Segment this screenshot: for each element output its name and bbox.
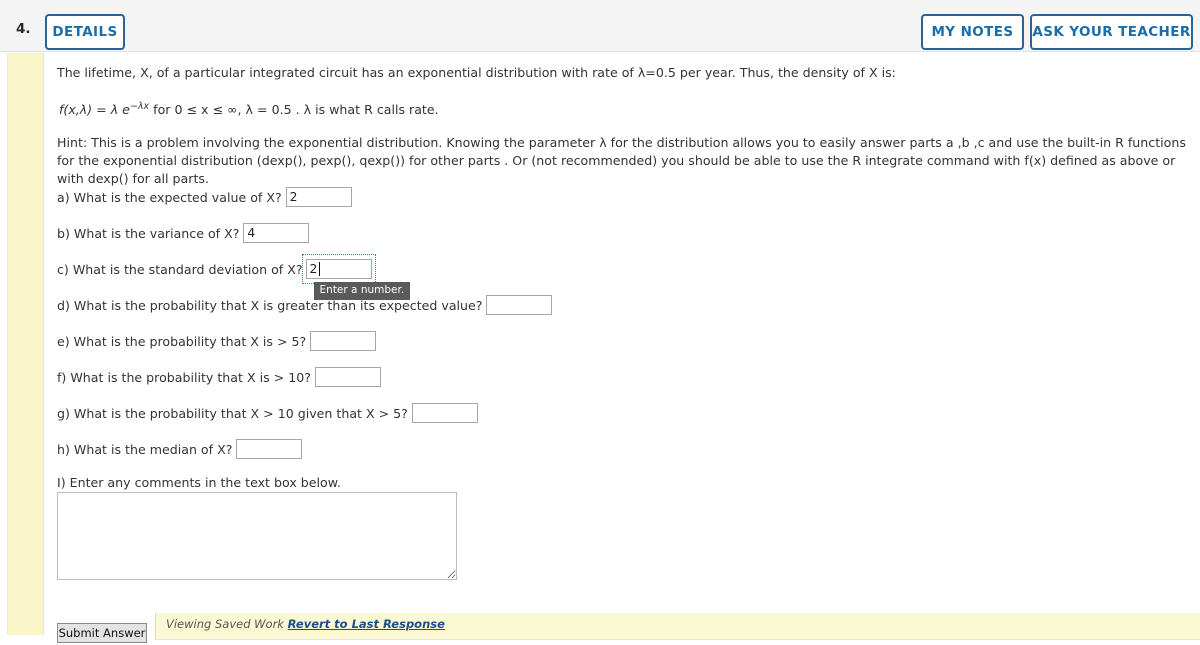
question-row-g: g) What is the probability that X > 10 g… — [57, 403, 478, 423]
question-row-b: b) What is the variance of X? — [57, 223, 310, 243]
details-button[interactable]: DETAILS — [45, 14, 125, 50]
question-row-e: e) What is the probability that X is > 5… — [57, 331, 377, 351]
submit-answer-button[interactable]: Submit Answer — [57, 623, 147, 643]
question-label-g: g) What is the probability that X > 10 g… — [57, 405, 408, 421]
question-row-a: a) What is the expected value of X? — [57, 187, 352, 207]
answer-input-b[interactable] — [243, 223, 310, 243]
question-row-c: c) What is the standard deviation of X? E… — [57, 254, 411, 300]
answer-input-g[interactable] — [411, 403, 478, 423]
problem-intro-lambda: λ=0.5 — [637, 65, 676, 80]
question-row-f: f) What is the probability that X is > 1… — [57, 367, 381, 387]
question-color-strip — [7, 53, 44, 635]
question-label-h: h) What is the median of X? — [57, 441, 233, 457]
formula-prefix: f(x,λ) = λ e — [59, 102, 130, 118]
problem-hint: Hint: This is a problem involving the ex… — [57, 135, 1186, 186]
density-formula: f(x,λ) = λ e−λx for 0 ≤ x ≤ ∞, λ = 0.5 .… — [59, 98, 439, 119]
saved-work-status: Viewing Saved Work — [166, 617, 284, 631]
question-row-d: d) What is the probability that X is gre… — [57, 295, 553, 315]
ask-your-teacher-button[interactable]: ASK YOUR TEACHER — [1030, 14, 1193, 50]
question-header-bar: 4. DETAILS MY NOTES ASK YOUR TEACHER — [0, 0, 1200, 52]
answer-input-c-wrapper: Enter a number. — [301, 254, 411, 300]
my-notes-button[interactable]: MY NOTES — [921, 14, 1024, 50]
answer-input-a[interactable] — [285, 187, 352, 207]
question-label-e: e) What is the probability that X is > 5… — [57, 333, 307, 349]
question-number: 4. — [16, 21, 31, 37]
question-label-b: b) What is the variance of X? — [57, 225, 240, 241]
answer-input-h[interactable] — [236, 439, 303, 459]
footer-divider — [155, 639, 1200, 640]
answer-input-f[interactable] — [314, 367, 381, 387]
comments-textarea[interactable] — [57, 492, 457, 580]
question-row-h: h) What is the median of X? — [57, 439, 303, 459]
question-label-c: c) What is the standard deviation of X? — [57, 261, 303, 277]
question-label-d: d) What is the probability that X is gre… — [57, 297, 483, 313]
question-content: The lifetime, X, of a particular integra… — [45, 53, 1200, 645]
text-caret — [318, 262, 320, 276]
answer-input-e[interactable] — [310, 331, 377, 351]
problem-intro-part1: The lifetime, X, of a particular integra… — [57, 65, 638, 80]
problem-intro-part2: per year. Thus, the density of X is: — [675, 65, 896, 80]
answer-input-d[interactable] — [486, 295, 553, 315]
problem-intro: The lifetime, X, of a particular integra… — [57, 64, 1187, 82]
revert-to-last-response-link[interactable]: Revert to Last Response — [288, 617, 445, 631]
question-label-f: f) What is the probability that X is > 1… — [57, 369, 311, 385]
saved-work-note: Viewing Saved Work Revert to Last Respon… — [155, 613, 1200, 639]
formula-suffix: for 0 ≤ x ≤ ∞, λ = 0.5 . λ is what R cal… — [149, 102, 439, 118]
comments-label: I) Enter any comments in the text box be… — [57, 475, 341, 490]
input-validation-tooltip: Enter a number. — [313, 282, 411, 300]
formula-exponent: −λx — [129, 101, 150, 112]
question-label-a: a) What is the expected value of X? — [57, 189, 282, 205]
answer-input-c[interactable] — [305, 259, 372, 279]
exercise-page: 4. DETAILS MY NOTES ASK YOUR TEACHER The… — [0, 0, 1200, 645]
